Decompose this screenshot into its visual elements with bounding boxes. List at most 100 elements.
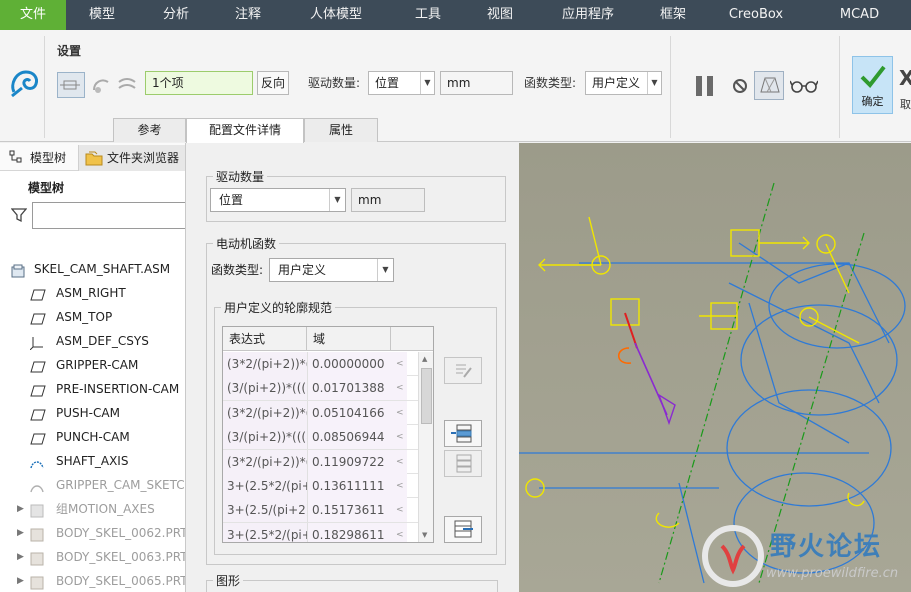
expression-cell[interactable]: 3+(2.5*2/(pi+ [223,522,307,542]
cell-expand-icon[interactable]: < [391,498,407,523]
tab-model-tree[interactable]: 模型树 [30,147,66,169]
domain-cell[interactable]: 0.01701388 [307,376,391,401]
tree-item[interactable]: ▶ BODY_SKEL_0062.PRT [0,521,185,545]
delete-row-button[interactable] [444,450,482,477]
filter-icon[interactable] [11,207,27,223]
expand-arrow-icon[interactable]: ▶ [17,521,24,545]
menu-applications[interactable]: 应用程序 [534,0,642,30]
scrollbar-thumb[interactable] [421,368,432,424]
tree-item[interactable]: SKEL_CAM_SHAFT.ASM [0,257,185,281]
tree-item[interactable]: GRIPPER-CAM [0,353,185,377]
cell-expand-icon[interactable]: < [391,352,407,376]
cell-expand-icon[interactable]: < [391,400,407,425]
tab-properties[interactable]: 属性 [304,118,378,142]
cell-expand-icon[interactable]: < [391,376,407,401]
menu-manikin[interactable]: 人体模型 [282,0,390,30]
reference-select-button[interactable] [57,72,85,98]
expand-arrow-icon[interactable]: ▶ [17,569,24,592]
domain-cell[interactable]: 0.11909722 [307,449,391,474]
table-row[interactable]: (3/(pi+2))*(((p 0.01701388 < [223,376,418,401]
expression-cell[interactable]: 3+(2.5/(pi+2) [223,498,307,523]
tree-item[interactable]: PRE-INSERTION-CAM [0,377,185,401]
table-row[interactable]: (3/(pi+2))*(((8 0.08506944 < [223,425,418,450]
tree-item[interactable]: SHAFT_AXIS [0,449,185,473]
sketch-icon [30,478,44,493]
tree-item[interactable]: ASM_RIGHT [0,281,185,305]
expand-arrow-icon[interactable]: ▶ [17,545,24,569]
cell-expand-icon[interactable]: < [391,473,407,498]
cancel-icon[interactable]: X [899,66,911,90]
tree-item[interactable]: ▶ 组MOTION_AXES [0,497,185,521]
unit-field[interactable]: mm [440,71,513,95]
scroll-down-icon[interactable]: ▼ [422,531,427,539]
cell-expand-icon[interactable]: < [391,522,407,542]
glasses-icon[interactable] [790,78,818,94]
expression-cell[interactable]: (3*2/(pi+2))*( [223,400,307,425]
expression-cell[interactable]: (3/(pi+2))*(((8 [223,425,307,450]
domain-cell[interactable]: 0.08506944 [307,425,391,450]
menu-framework[interactable]: 框架 [642,0,704,30]
reverse-button[interactable]: 反向 [257,71,289,95]
table-row[interactable]: (3*2/(pi+2))*(0.11909722 < [223,449,418,474]
expression-cell[interactable]: (3*2/(pi+2))*( [223,449,307,474]
tree-item[interactable]: ▶ BODY_SKEL_0063.PRT [0,545,185,569]
tree-item[interactable]: ASM_DEF_CSYS [0,329,185,353]
reference-collector[interactable]: 1个项 [145,71,253,95]
menu-analysis[interactable]: 分析 [138,0,214,30]
drive-quantity-select[interactable]: 位置 ▼ [368,71,435,95]
menu-view[interactable]: 视图 [466,0,534,30]
tab-references[interactable]: 参考 [113,118,186,142]
menu-annotate[interactable]: 注释 [214,0,282,30]
scroll-up-icon[interactable]: ▲ [422,355,427,363]
preview-geometry-button[interactable] [754,71,784,100]
tab-folder-browser[interactable]: 文件夹浏览器 [78,145,185,171]
tree-item[interactable]: ASM_TOP [0,305,185,329]
pause-icon[interactable] [693,74,717,98]
table-row[interactable]: (3*2/(pi+2))*(0.05104166 < [223,400,418,426]
expression-cell[interactable]: 3+(2.5*2/(pi+ [223,473,307,498]
domain-cell[interactable]: 0.15173611 [307,498,391,523]
tree-item[interactable]: GRIPPER_CAM_SKETCH [0,473,185,497]
rotation-motion-icon[interactable] [90,74,112,96]
panel-drive-quantity-select[interactable]: 位置 ▼ [210,188,346,212]
table-scrollbar[interactable]: ▲ ▼ [418,352,433,542]
tree-item[interactable]: PUSH-CAM [0,401,185,425]
header-expression[interactable]: 表达式 [223,327,307,351]
panel-unit-field[interactable]: mm [351,188,425,212]
slide-motion-icon[interactable] [116,74,138,96]
confirm-button[interactable]: 确定 [852,56,893,114]
tree-item-label: GRIPPER-CAM [56,358,139,372]
domain-cell[interactable]: 0.18298611 [307,522,391,542]
domain-cell[interactable]: 0.00000000 [307,352,391,376]
cell-expand-icon[interactable]: < [391,425,407,450]
domain-cell[interactable]: 0.13611111 [307,473,391,498]
menu-creobox[interactable]: CreoBox [704,0,808,30]
tree-item[interactable]: PUNCH-CAM [0,425,185,449]
table-export-button[interactable] [444,516,482,543]
table-row[interactable]: 3+(2.5*2/(pi+ 0.18298611 < [223,522,418,542]
tree-search-input[interactable] [32,202,185,229]
table-row[interactable]: 3+(2.5*2/(pi+ 0.13611111 < [223,473,418,499]
header-domain[interactable]: 域 [307,327,391,351]
tree-item[interactable]: ▶ BODY_SKEL_0065.PRT [0,569,185,592]
part-icon [30,550,44,566]
edit-row-button[interactable] [444,357,482,384]
drive-quantity-legend: 驱动数量 [216,170,265,184]
panel-function-type-select[interactable]: 用户定义 ▼ [269,258,394,282]
table-row[interactable]: (3*2/(pi+2))*(0.00000000 < [223,352,418,377]
function-type-select[interactable]: 用户定义 ▼ [585,71,662,95]
insert-row-button[interactable] [444,420,482,447]
domain-cell[interactable]: 0.05104166 [307,400,391,425]
menu-mcad[interactable]: MCAD [808,0,911,30]
cancel-label[interactable]: 取 [900,96,911,112]
expression-cell[interactable]: (3/(pi+2))*(((p [223,376,307,401]
menu-file[interactable]: 文件 [0,0,66,30]
menu-tools[interactable]: 工具 [390,0,466,30]
tab-profile-details[interactable]: 配置文件详情 [186,118,304,143]
menu-model[interactable]: 模型 [66,0,138,30]
no-preview-icon[interactable] [731,77,749,95]
cell-expand-icon[interactable]: < [391,449,407,474]
table-row[interactable]: 3+(2.5/(pi+2) 0.15173611 < [223,498,418,523]
expression-cell[interactable]: (3*2/(pi+2))*( [223,352,307,376]
expand-arrow-icon[interactable]: ▶ [17,497,24,521]
